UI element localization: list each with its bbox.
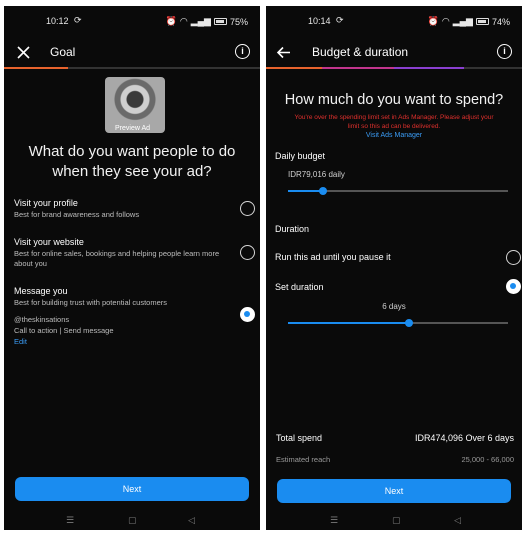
daily-budget-label: Daily budget [275,151,326,161]
system-nav-bar: ☰ ▢ ◁ [266,512,522,530]
spend-question: How much do you want to spend? [284,92,504,108]
option-description: Best for building trust with potential c… [14,298,167,307]
wifi-icon: ◠ [179,16,188,26]
budget-duration-screen: 10:14 ⟳ ⏰ ◠ ▂▄▆ 74% Budget & duration i … [266,6,522,530]
progress-segment-2 [322,67,394,69]
total-spend-value: IDR474,096 Over 6 days [414,433,514,443]
progress-segment-3 [394,67,464,69]
slider-knob[interactable] [405,319,413,327]
slider-knob[interactable] [319,187,328,195]
page-title: Goal [50,45,76,59]
account-handle: @theskinsations [14,315,70,324]
close-icon[interactable] [17,46,30,59]
battery-percent: 74% [491,16,510,27]
duration-days-value: 6 days [382,302,406,311]
goal-screen: 10:12 ⟳ ⏰ ◠ ▂▄▆ 75% Goal i Preview Ad Wh… [4,6,260,530]
system-icons: ⏰ ◠ ▂▄▆ 75% [166,16,248,27]
step-progress [266,67,522,69]
back-nav-icon[interactable]: ◁ [188,515,195,526]
slider-fill [288,322,409,324]
battery-icon [213,18,227,25]
header: Goal i [4,36,260,70]
ad-preview-image[interactable]: Preview Ad [105,77,165,133]
alarm-icon: ⏰ [427,16,439,26]
status-time: 10:12 [46,16,69,26]
menu-nav-icon[interactable]: ☰ [330,515,338,526]
header: Budget & duration i [266,36,522,70]
info-icon[interactable]: i [235,44,250,59]
option-title: Visit your website [14,237,84,247]
system-nav-bar: ☰ ▢ ◁ [4,512,260,530]
option-title: Message you [14,286,68,296]
progress-segment-active [4,67,68,69]
battery-percent: 75% [229,16,248,27]
progress-segment-1 [266,67,322,69]
status-bar: 10:14 ⟳ ⏰ ◠ ▂▄▆ 74% [266,6,522,36]
battery-icon [475,18,489,25]
next-button[interactable]: Next [277,479,511,503]
preview-ad-label: Preview Ad [115,125,151,132]
signal-icon: ▂▄▆ [452,16,473,26]
next-button[interactable]: Next [15,477,249,501]
edit-link[interactable]: Edit [14,337,27,346]
alarm-icon: ⏰ [165,16,177,26]
visit-ads-manager-link[interactable]: Visit Ads Manager [266,132,522,139]
set-duration-label: Set duration [275,282,324,292]
radio-visit-profile[interactable] [240,201,255,216]
page-title: Budget & duration [312,45,409,59]
option-description: Best for online sales, bookings and help… [14,249,220,268]
step-progress [4,67,260,69]
home-nav-icon[interactable]: ▢ [128,515,137,526]
system-icons: ⏰ ◠ ▂▄▆ 74% [428,16,510,27]
daily-budget-value: IDR79,016 daily [288,170,345,179]
sync-icon: ⟳ [336,15,344,25]
back-arrow-icon[interactable] [276,46,291,59]
goal-question: What do you want people to do when they … [28,143,236,180]
duration-label: Duration [275,224,310,234]
run-until-paused-label: Run this ad until you pause it [275,252,391,262]
radio-set-duration[interactable] [506,279,521,294]
estimated-reach-value: 25,000 - 66,000 [461,455,514,464]
status-time: 10:14 [308,16,331,26]
radio-message-you[interactable] [240,307,255,322]
slider-fill [288,190,324,192]
back-nav-icon[interactable]: ◁ [454,515,461,526]
info-icon[interactable]: i [497,44,512,59]
radio-visit-website[interactable] [240,245,255,260]
spending-limit-warning: You're over the spending limit set in Ad… [294,114,494,130]
status-bar: 10:12 ⟳ ⏰ ◠ ▂▄▆ 75% [4,6,260,36]
radio-run-until-paused[interactable] [506,250,521,265]
wifi-icon: ◠ [441,16,450,26]
sync-icon: ⟳ [74,15,82,25]
menu-nav-icon[interactable]: ☰ [66,515,74,526]
total-spend-label: Total spend [276,433,323,443]
option-title: Visit your profile [14,198,78,208]
option-description: Best for brand awareness and follows [14,210,140,219]
signal-icon: ▂▄▆ [190,16,211,26]
call-to-action-text: Call to action | Send message [14,326,114,335]
estimated-reach-label: Estimated reach [276,455,331,464]
home-nav-icon[interactable]: ▢ [392,515,401,526]
